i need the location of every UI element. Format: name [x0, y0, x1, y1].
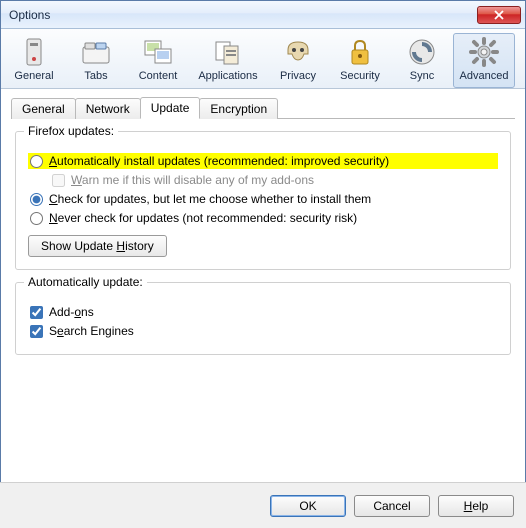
toolbar-label: Security [340, 70, 380, 82]
option-warn-addons: Warn me if this will disable any of my a… [50, 172, 498, 188]
toolbar-label: Advanced [460, 70, 509, 82]
auto-update-group: Automatically update: Add-ons Search Eng… [15, 282, 511, 355]
toolbar-item-general[interactable]: General [3, 33, 65, 88]
toolbar-label: Sync [410, 70, 434, 82]
toolbar-item-content[interactable]: Content [127, 33, 189, 88]
update-panel: Firefox updates: Automatically install u… [11, 119, 515, 461]
check-search[interactable] [30, 325, 43, 338]
radio-check-label: Check for updates, but let me choose whe… [49, 192, 371, 206]
tabs-icon [80, 36, 112, 68]
subtab-update[interactable]: Update [140, 97, 201, 119]
sync-icon [406, 36, 438, 68]
option-never-check[interactable]: Never check for updates (not recommended… [28, 210, 498, 226]
close-icon [494, 10, 504, 20]
check-warn-label: Warn me if this will disable any of my a… [71, 173, 314, 187]
check-search-row[interactable]: Search Engines [28, 323, 498, 339]
toolbar-label: Applications [198, 70, 257, 82]
dialog-buttons: OK Cancel Help [0, 482, 526, 528]
radio-auto[interactable] [30, 155, 43, 168]
tab-body: General Network Update Encryption Firefo… [1, 89, 525, 469]
toolbar-label: Tabs [84, 70, 107, 82]
help-button[interactable]: Help [438, 495, 514, 517]
security-icon [344, 36, 376, 68]
toolbar-label: General [14, 70, 53, 82]
subtabs: General Network Update Encryption [11, 97, 515, 119]
privacy-icon [282, 36, 314, 68]
toolbar-item-sync[interactable]: Sync [391, 33, 453, 88]
radio-never-label: Never check for updates (not recommended… [49, 211, 357, 225]
titlebar: Options [1, 1, 525, 29]
check-addons-row[interactable]: Add-ons [28, 304, 498, 320]
category-toolbar: General Tabs Content Applications Privac… [1, 29, 525, 89]
toolbar-item-applications[interactable]: Applications [189, 33, 267, 88]
check-warn [52, 174, 65, 187]
content-icon [142, 36, 174, 68]
subtab-encryption[interactable]: Encryption [199, 98, 278, 119]
general-icon [18, 36, 50, 68]
radio-check[interactable] [30, 193, 43, 206]
show-update-history-button[interactable]: Show Update History [28, 235, 167, 257]
check-addons[interactable] [30, 306, 43, 319]
advanced-icon [468, 36, 500, 68]
toolbar-label: Content [139, 70, 178, 82]
toolbar-item-security[interactable]: Security [329, 33, 391, 88]
group-title: Automatically update: [24, 275, 147, 289]
check-search-label: Search Engines [49, 324, 134, 338]
ok-button[interactable]: OK [270, 495, 346, 517]
subtab-network[interactable]: Network [75, 98, 141, 119]
option-check-updates[interactable]: Check for updates, but let me choose whe… [28, 191, 498, 207]
window-title: Options [9, 8, 477, 22]
toolbar-item-advanced[interactable]: Advanced [453, 33, 515, 88]
toolbar-item-privacy[interactable]: Privacy [267, 33, 329, 88]
subtab-general[interactable]: General [11, 98, 76, 119]
check-addons-label: Add-ons [49, 305, 94, 319]
cancel-button[interactable]: Cancel [354, 495, 430, 517]
toolbar-label: Privacy [280, 70, 316, 82]
group-title: Firefox updates: [24, 124, 118, 138]
firefox-updates-group: Firefox updates: Automatically install u… [15, 131, 511, 270]
close-button[interactable] [477, 6, 521, 24]
radio-auto-label: Automatically install updates (recommend… [49, 154, 389, 168]
applications-icon [212, 36, 244, 68]
radio-never[interactable] [30, 212, 43, 225]
toolbar-item-tabs[interactable]: Tabs [65, 33, 127, 88]
option-auto-install[interactable]: Automatically install updates (recommend… [28, 153, 498, 169]
